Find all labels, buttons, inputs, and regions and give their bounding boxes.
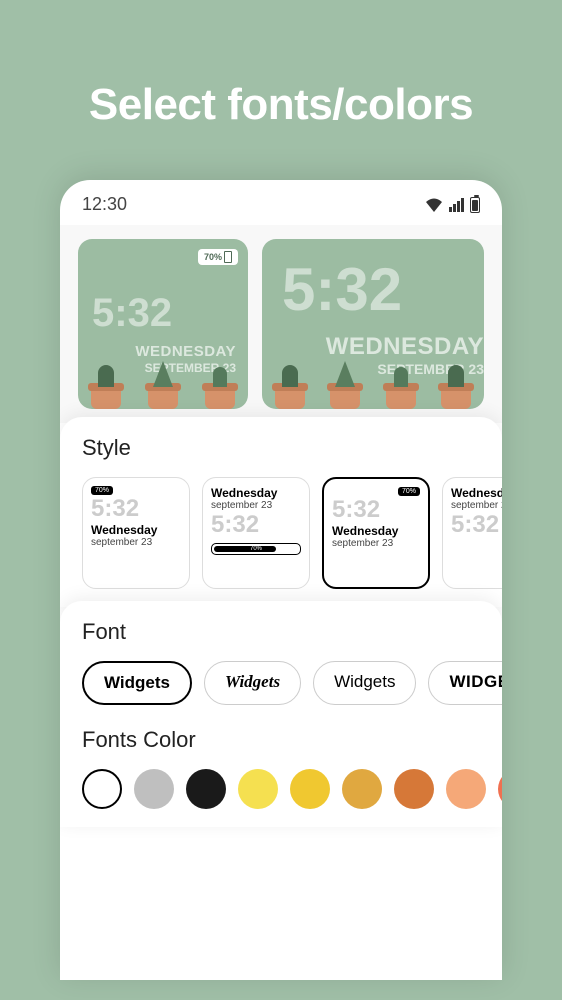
color-option-4[interactable] [238, 769, 278, 809]
style-date: september 23 [91, 537, 181, 548]
color-option-1[interactable] [82, 769, 122, 809]
font-option-4[interactable]: WIDGET [428, 661, 502, 705]
style-option-1[interactable]: 70% 5:32 Wednesday september 23 [82, 477, 190, 589]
font-section: Font Widgets Widgets Widgets WIDGET Font… [60, 601, 502, 827]
style-day: Wednesday [451, 486, 502, 500]
style-day: Wednesday [211, 486, 301, 500]
fonts-color-label: Fonts Color [82, 727, 502, 753]
wifi-icon [425, 198, 443, 212]
color-option-6[interactable] [342, 769, 382, 809]
status-bar: 12:30 [60, 180, 502, 225]
style-option-2[interactable]: Wednesday september 23 5:32 [202, 477, 310, 589]
style-time: 5:32 [211, 511, 301, 539]
style-time: 5:32 [332, 496, 420, 524]
cactus-decoration [78, 359, 248, 409]
style-time: 5:32 [91, 495, 181, 523]
style-time: 5:32 [451, 511, 502, 539]
style-badge: 70% [398, 487, 420, 496]
font-options-row: Widgets Widgets Widgets WIDGET [82, 661, 502, 705]
color-option-7[interactable] [394, 769, 434, 809]
widget-preview-row: 70% 5:32 WEDNESDAY SEPTEMBER 23 5:32 WED… [60, 225, 502, 423]
style-progress-bar [211, 543, 301, 555]
signal-icon [449, 198, 464, 212]
status-icons [425, 197, 480, 213]
widget-day: WEDNESDAY [326, 333, 484, 361]
page-title: Select fonts/colors [0, 0, 562, 180]
widget-day: WEDNESDAY [135, 343, 236, 360]
color-options-row [82, 769, 502, 809]
widget-time: 5:32 [92, 291, 172, 336]
battery-icon [470, 197, 480, 213]
font-option-3[interactable]: Widgets [313, 661, 416, 705]
style-date: september 23 [332, 538, 420, 549]
widget-time: 5:32 [282, 255, 402, 324]
style-option-4[interactable]: Wednesday september 23 5:32 [442, 477, 502, 589]
style-options-row: 70% 5:32 Wednesday september 23 Wednesda… [82, 477, 502, 589]
phone-frame: 12:30 70% 5:32 WEDNESDAY SEPTEMBER 23 5:… [60, 180, 502, 980]
style-date: september 23 [211, 500, 301, 511]
color-option-8[interactable] [446, 769, 486, 809]
font-label: Font [82, 619, 502, 645]
widget-preview-small[interactable]: 70% 5:32 WEDNESDAY SEPTEMBER 23 [78, 239, 248, 409]
style-day: Wednesday [332, 524, 420, 538]
cactus-decoration [262, 359, 484, 409]
font-option-2[interactable]: Widgets [204, 661, 301, 705]
style-day: Wednesday [91, 523, 181, 537]
style-badge: 70% [91, 486, 113, 495]
style-label: Style [82, 435, 502, 461]
color-option-9[interactable] [498, 769, 502, 809]
color-option-2[interactable] [134, 769, 174, 809]
font-option-1[interactable]: Widgets [82, 661, 192, 705]
color-option-3[interactable] [186, 769, 226, 809]
style-option-3[interactable]: 70% 5:32 Wednesday september 23 [322, 477, 430, 589]
widget-preview-large[interactable]: 5:32 WEDNESDAY SEPTEMBER 23 [262, 239, 484, 409]
style-section: Style 70% 5:32 Wednesday september 23 We… [60, 417, 502, 607]
battery-badge: 70% [198, 249, 238, 265]
status-time: 12:30 [82, 194, 127, 215]
color-option-5[interactable] [290, 769, 330, 809]
style-date: september 23 [451, 500, 502, 511]
